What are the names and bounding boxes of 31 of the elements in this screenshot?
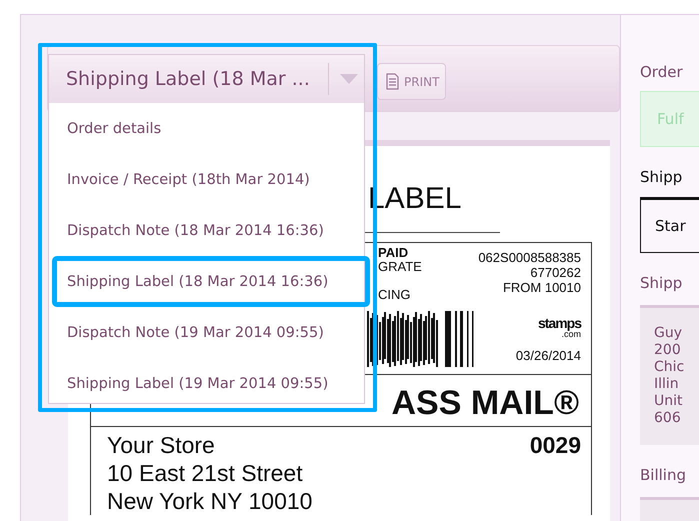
- address-line: Illin: [654, 376, 680, 393]
- address-line: Chic: [654, 359, 686, 376]
- tracking-text: 062S0008588385: [478, 250, 581, 265]
- address-line: 200: [654, 342, 682, 359]
- sender-address-line: Your Store: [107, 431, 216, 459]
- section-heading: Shipp: [640, 167, 684, 187]
- stamps-logo: stamps .com: [536, 318, 581, 340]
- address-line: Guy: [654, 325, 684, 342]
- section-heading: Shipp: [640, 273, 684, 293]
- menu-item[interactable]: Dispatch Note (19 Mar 2014 09:55): [49, 307, 364, 358]
- tracking-text: FROM 10010: [502, 280, 581, 295]
- section-heading: Billing: [640, 465, 687, 485]
- postage-text: PAID: [378, 246, 410, 260]
- sender-address-line: 10 East 21st Street: [107, 459, 304, 487]
- menu-item[interactable]: Dispatch Note (18 Mar 2014 16:36): [49, 205, 364, 256]
- postage-text: GRATE: [378, 260, 423, 274]
- menu-item[interactable]: Invoice / Receipt (18th Mar 2014): [49, 154, 364, 205]
- label-date: 03/26/2014: [514, 348, 581, 363]
- section-heading: Order: [640, 62, 684, 82]
- tracking-text: 6770262: [529, 265, 581, 280]
- caret-icon: [340, 74, 358, 84]
- document-select[interactable]: Shipping Label (18 Mar ...: [49, 55, 364, 103]
- postage-text: CING: [378, 288, 412, 302]
- address-line: 606: [654, 410, 682, 427]
- menu-item[interactable]: Shipping Label (18 Mar 2014 16:36): [52, 256, 370, 307]
- shipping-method-box: Star: [640, 197, 699, 253]
- document-icon: [386, 73, 399, 90]
- menu-item[interactable]: Order details: [49, 103, 364, 154]
- route-code: 0029: [530, 431, 581, 460]
- address-line: Unit: [654, 393, 684, 410]
- sender-address-line: New York NY 10010: [107, 487, 312, 515]
